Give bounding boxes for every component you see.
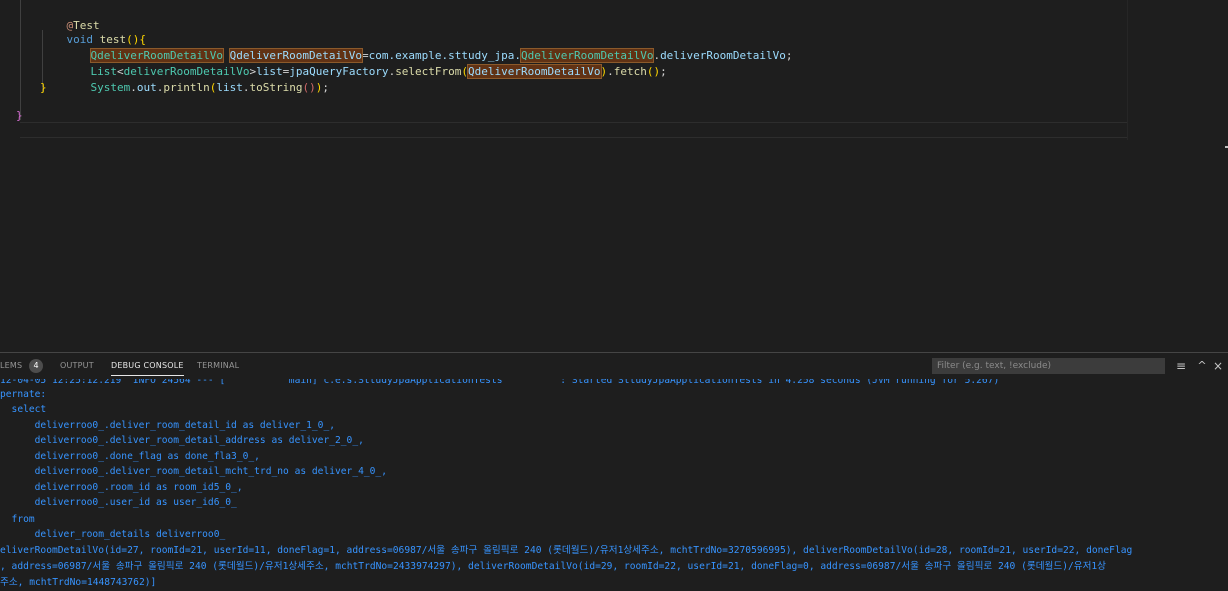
inner-parens: ()	[302, 81, 316, 94]
tab-output[interactable]: OUTPUT	[60, 353, 94, 379]
console-line: , address=06987/서울 송파구 올림픽로 240 (롯데월드)/유…	[0, 561, 1106, 572]
out-field: out	[136, 81, 157, 94]
fetch-parens: ()	[646, 65, 661, 78]
code-line-1[interactable]: QdeliverRoomDetailVo QdeliverRoomDetailV…	[64, 32, 793, 63]
console-line: deliverroo0_.room_id as room_id5_0_,	[0, 482, 243, 493]
semicolon: ;	[660, 65, 667, 78]
filter-input[interactable]	[932, 358, 1165, 374]
code-editor[interactable]: @Test void test(){ QdeliverRoomDetailVo …	[0, 0, 1228, 352]
console-line: deliverroo0_.deliver_room_detail_mcht_tr…	[0, 466, 387, 477]
tab-terminal[interactable]: TERMINAL	[197, 353, 239, 379]
console-line: pernate:	[0, 389, 47, 400]
maximize-panel-icon[interactable]: ^	[1195, 358, 1209, 374]
fetch-call: fetch	[613, 65, 647, 78]
system-class: System	[90, 81, 131, 94]
problems-count-badge: 4	[29, 359, 43, 373]
dot: .	[607, 65, 614, 78]
console-line: 12-04-05 12:25:12.219 INFO 24564 --- [ m…	[0, 379, 1000, 386]
select-from-call: selectFrom	[395, 65, 462, 78]
code-line-method-decl[interactable]: void test(){	[40, 16, 147, 46]
code-line-2[interactable]: List<deliverRoomDetailVo>list=jpaQueryFa…	[64, 48, 667, 79]
clear-console-icon[interactable]: ≡	[1174, 358, 1188, 374]
console-line: 주소, mchtTrdNo=1448743762)]	[0, 577, 157, 588]
field-token: deliverRoomDetailVo	[660, 49, 786, 62]
semicolon: ;	[785, 49, 793, 62]
code-line-method-close[interactable]: }	[40, 80, 47, 96]
close-panel-icon[interactable]: ×	[1211, 358, 1225, 374]
list-variable: list	[216, 81, 243, 94]
argument-token: QdeliverRoomDetailVo	[467, 64, 602, 79]
editor-ruler	[1127, 0, 1128, 140]
tostring-call: toString	[249, 81, 303, 94]
panel-tabs: LEMS 4 OUTPUT DEBUG CONSOLE TERMINAL ≡ ^…	[0, 353, 1228, 379]
console-line: from	[0, 514, 35, 525]
console-line: deliverroo0_.deliver_room_detail_id as d…	[0, 420, 336, 431]
console-line: deliverroo0_.done_flag as done_fla3_0_,	[0, 451, 260, 462]
console-line: deliver_room_details deliverroo0_	[0, 529, 226, 540]
semicolon: ;	[322, 81, 329, 94]
console-line: select	[0, 404, 47, 415]
console-line: eliverRoomDetailVo(id=27, roomId=21, use…	[0, 545, 1133, 556]
dot: .	[130, 81, 137, 94]
println-call: println	[163, 81, 210, 94]
debug-console-output[interactable]: 12-04-05 12:25:12.219 INFO 24564 --- [ m…	[0, 379, 1228, 591]
tab-debug-console[interactable]: DEBUG CONSOLE	[111, 353, 184, 379]
console-line: deliverroo0_.deliver_room_detail_address…	[0, 435, 364, 446]
indent-guide	[20, 0, 21, 120]
current-line-highlight	[20, 122, 1127, 138]
code-line-3[interactable]: System.out.println(list.toString());	[64, 64, 329, 94]
console-line: deliverroo0_.user_id as user_id6_0_	[0, 497, 237, 508]
tab-problems[interactable]: LEMS	[0, 353, 22, 379]
bottom-panel: LEMS 4 OUTPUT DEBUG CONSOLE TERMINAL ≡ ^…	[0, 352, 1228, 591]
